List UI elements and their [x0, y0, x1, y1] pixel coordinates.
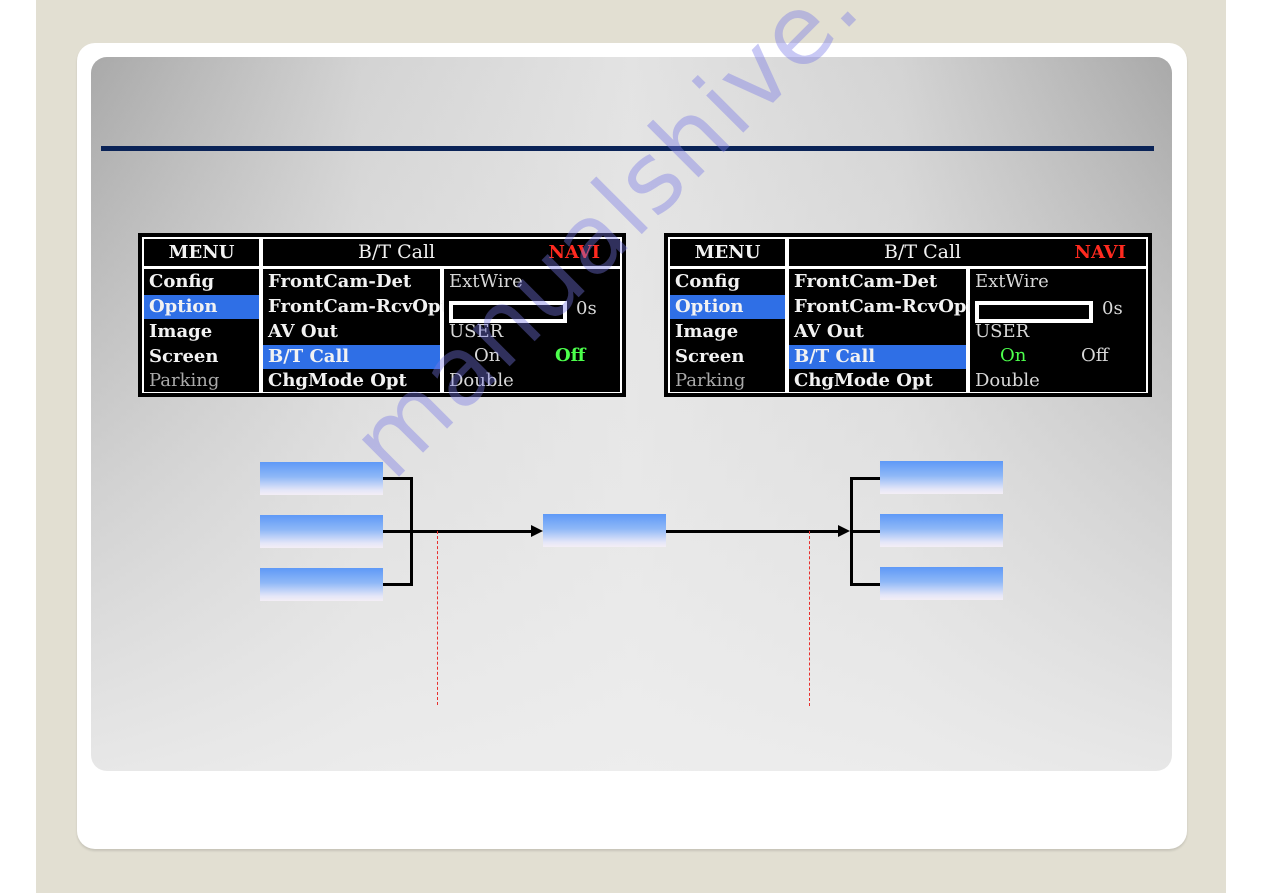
menu-item-parking[interactable]: Parking: [144, 369, 259, 393]
title-rule: [101, 146, 1154, 151]
left-box-1: [260, 462, 383, 495]
sub-item-bt-call[interactable]: B/T Call: [263, 345, 440, 369]
connector-line: [383, 583, 413, 586]
osd-main-menu: Config Option Image Screen Parking: [144, 269, 259, 392]
osd-header-menu: MENU: [144, 239, 259, 266]
sub-item-frontcam-rcvopt[interactable]: FrontCam-RcvOpt: [789, 295, 975, 319]
osd-sub-menu: FrontCam-Det FrontCam-RcvOpt AV Out B/T …: [789, 269, 975, 393]
connector-line: [850, 477, 881, 480]
osd-header-menu: MENU: [670, 239, 785, 266]
menu-item-image[interactable]: Image: [670, 320, 785, 344]
extwire-label: ExtWire: [449, 271, 523, 292]
right-box-1: [880, 461, 1003, 494]
sub-item-bt-call[interactable]: B/T Call: [789, 345, 966, 369]
connector-line: [383, 477, 413, 480]
option-off[interactable]: Off: [1081, 344, 1109, 368]
osd-source-label: NAVI: [548, 242, 601, 263]
menu-item-option[interactable]: Option: [144, 295, 259, 319]
osd-sub-menu: FrontCam-Det FrontCam-RcvOpt AV Out B/T …: [263, 269, 449, 393]
connector-line: [383, 530, 413, 533]
double-label: Double: [975, 370, 1040, 391]
sub-item-frontcam-rcvopt[interactable]: FrontCam-RcvOpt: [263, 295, 449, 319]
user-label: USER: [975, 321, 1030, 342]
osd-title-text: B/T Call: [884, 241, 962, 263]
connector-line: [850, 530, 881, 533]
option-on[interactable]: On: [474, 344, 500, 368]
double-label: Double: [449, 370, 514, 391]
menu-item-config[interactable]: Config: [670, 270, 785, 294]
option-on-active[interactable]: On: [1000, 344, 1026, 368]
menu-item-image[interactable]: Image: [144, 320, 259, 344]
osd-menu-left: MENU B/T Call NAVI Config Option Image S…: [138, 233, 626, 397]
osd-value-panel: ExtWire 0s USER On Off Double: [970, 269, 1146, 392]
menu-item-screen[interactable]: Screen: [670, 345, 785, 369]
osd-source-label: NAVI: [1074, 242, 1127, 263]
extwire-label: ExtWire: [975, 271, 1049, 292]
osd-main-menu: Config Option Image Screen Parking: [670, 269, 785, 392]
right-box-2: [880, 514, 1003, 547]
sub-item-chgmode-opt[interactable]: ChgMode Opt: [789, 369, 966, 393]
sub-item-av-out[interactable]: AV Out: [789, 320, 966, 344]
left-box-3: [260, 568, 383, 601]
guide-line-left: [437, 531, 438, 705]
osd-header-title: B/T Call NAVI: [789, 239, 1146, 266]
option-off-active[interactable]: Off: [555, 344, 585, 368]
guide-line-right: [809, 531, 810, 706]
osd-value-panel: ExtWire 0s USER On Off Double: [444, 269, 620, 392]
left-box-2: [260, 515, 383, 548]
sub-item-frontcam-det[interactable]: FrontCam-Det: [789, 270, 966, 294]
center-box: [543, 514, 666, 547]
delay-value: 0s: [1102, 298, 1123, 319]
flow-line: [410, 530, 532, 533]
arrow-head-icon: [531, 525, 543, 537]
sub-item-frontcam-det[interactable]: FrontCam-Det: [263, 270, 440, 294]
arrow-head-icon: [838, 525, 850, 537]
menu-item-parking[interactable]: Parking: [670, 369, 785, 393]
osd-title-text: B/T Call: [358, 241, 436, 263]
osd-menu-right: MENU B/T Call NAVI Config Option Image S…: [664, 233, 1152, 397]
right-box-3: [880, 567, 1003, 600]
flow-line: [666, 530, 839, 533]
connector-line: [850, 583, 881, 586]
menu-item-option[interactable]: Option: [670, 295, 785, 319]
osd-header-title: B/T Call NAVI: [263, 239, 620, 266]
sub-item-av-out[interactable]: AV Out: [263, 320, 440, 344]
menu-item-config[interactable]: Config: [144, 270, 259, 294]
user-label: USER: [449, 321, 504, 342]
delay-value: 0s: [576, 298, 597, 319]
menu-item-screen[interactable]: Screen: [144, 345, 259, 369]
slide-panel: [91, 57, 1172, 771]
sub-item-chgmode-opt[interactable]: ChgMode Opt: [263, 369, 440, 393]
